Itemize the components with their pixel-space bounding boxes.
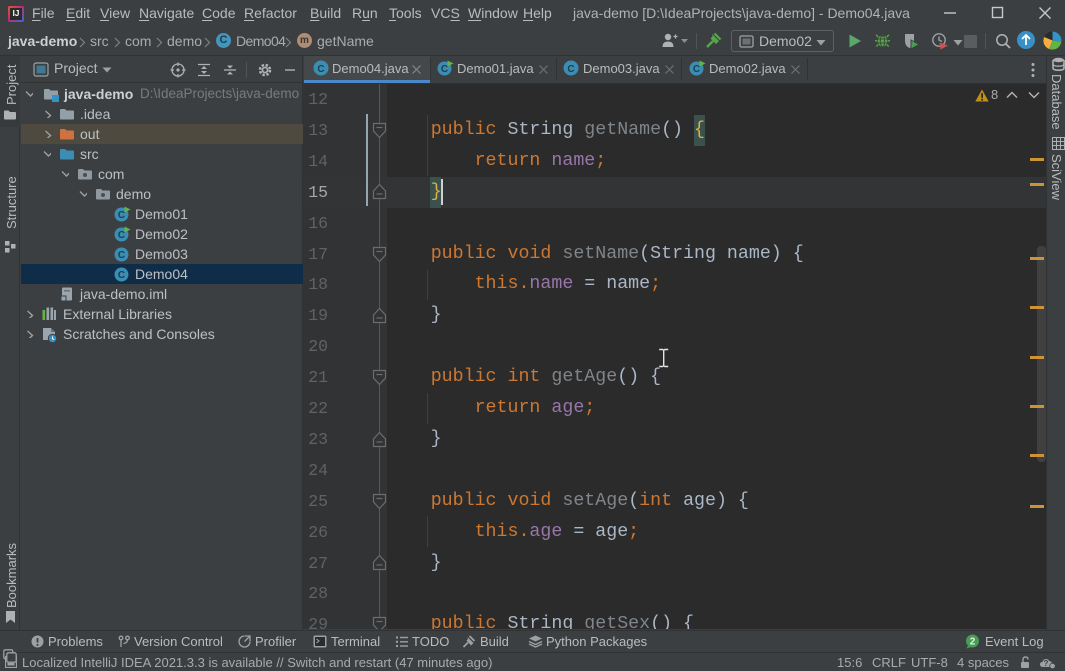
svg-text:C: C (317, 64, 324, 75)
svg-text:C: C (118, 270, 125, 281)
svg-text:2: 2 (970, 637, 976, 648)
svg-text:C: C (441, 64, 448, 75)
svg-text:C: C (567, 64, 574, 75)
svg-text:?: ? (1044, 659, 1049, 668)
svg-text:C: C (693, 64, 700, 75)
svg-text:C: C (118, 230, 125, 241)
svg-text:C: C (118, 250, 125, 261)
svg-text:C: C (118, 210, 125, 221)
